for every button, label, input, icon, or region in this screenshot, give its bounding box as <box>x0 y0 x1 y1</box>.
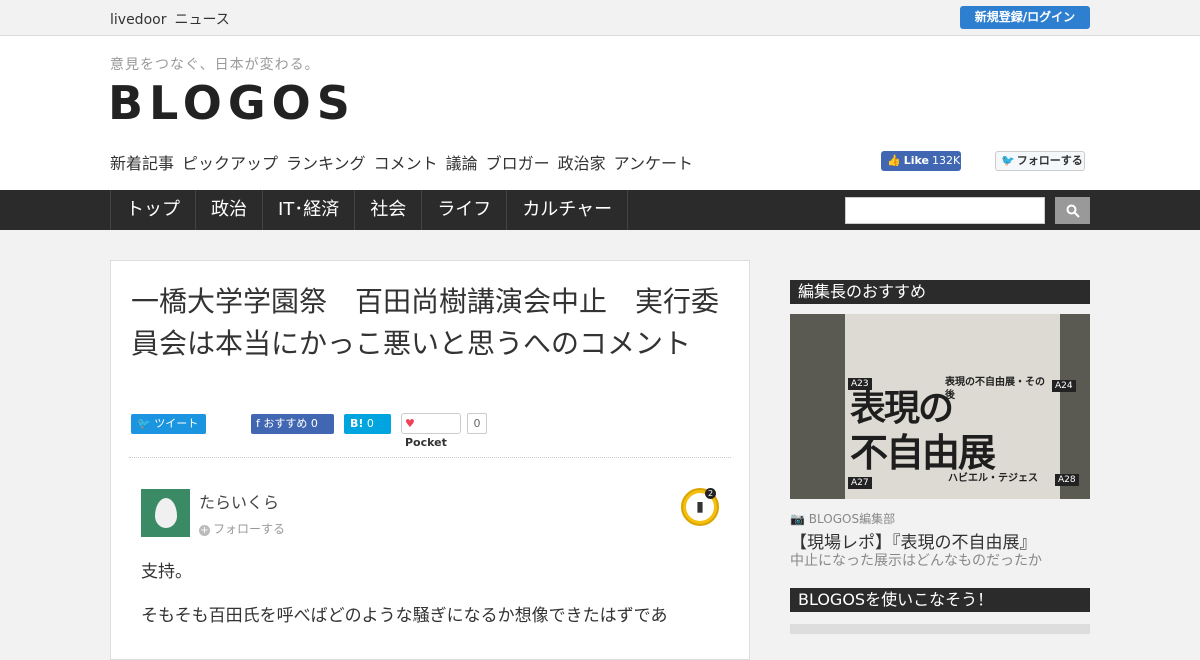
pocket-icon: ♥ <box>405 417 415 430</box>
recommended-article-desc[interactable]: 中止になった展示はどんなものだったか <box>790 550 1042 570</box>
tweet-button[interactable]: 🐦 ツイート <box>131 414 206 434</box>
image-subtitle-2: ハビエル・テジェス <box>948 473 1038 484</box>
search-button[interactable] <box>1055 197 1090 224</box>
article-card: 一橋大学学園祭 百田尚樹講演会中止 実行委員会は本当にかっこ悪いと思うへのコメン… <box>110 260 750 660</box>
nav-life[interactable]: ライフ <box>422 190 508 230</box>
twitter-bird-icon: 🐦 <box>137 417 151 430</box>
egg-avatar-icon <box>154 498 177 528</box>
plus-icon: + <box>199 525 210 536</box>
pocket-count: 0 <box>467 413 487 434</box>
subnav-item-comment[interactable]: コメント <box>374 154 438 173</box>
sub-navigation: 新着記事 ピックアップ ランキング コメント 議論 ブロガー 政治家 アンケート <box>110 150 701 174</box>
nav-it-economy[interactable]: IT･経済 <box>263 190 356 230</box>
facebook-recommend-button[interactable]: f おすすめ 0 <box>251 414 334 434</box>
subnav-item-debate[interactable]: 議論 <box>446 154 478 173</box>
register-login-button[interactable]: 新規登録/ログイン <box>960 6 1090 29</box>
fb-like-label: Like <box>903 154 929 167</box>
hatena-icon: B! <box>350 417 364 430</box>
tw-follow-label: フォローする <box>1016 154 1083 167</box>
fb-recommend-count: 0 <box>310 417 318 430</box>
comment-text: 支持。 <box>141 562 192 582</box>
sidebar: 編集長のおすすめ A23 A24 A27 A28 表現の 不自由展 表現の不自由… <box>790 280 1090 634</box>
badge-count: 2 <box>705 488 716 499</box>
follow-author-link[interactable]: + フォローする <box>199 520 285 537</box>
source-label: BLOGOS編集部 <box>808 512 896 526</box>
article-title[interactable]: 一橋大学学園祭 百田尚樹講演会中止 実行委員会は本当にかっこ悪いと思うへのコメン… <box>131 281 731 365</box>
nav-top[interactable]: トップ <box>111 190 196 230</box>
pocket-button[interactable]: ♥ Pocket <box>401 413 461 449</box>
subnav-item-new[interactable]: 新着記事 <box>110 154 174 173</box>
brand-news: ニュース <box>174 12 230 28</box>
feature-image[interactable]: A23 A24 A27 A28 表現の 不自由展 表現の不自由展・その後 ハビエ… <box>790 314 1090 499</box>
main-navigation: トップ 政治 IT･経済 社会 ライフ カルチャー <box>0 190 1200 230</box>
brand-livedoor: livedoor <box>110 12 167 28</box>
fb-recommend-label: おすすめ <box>263 417 308 430</box>
tweet-label: ツイート <box>154 417 199 430</box>
camera-icon: 📷 <box>790 512 805 526</box>
nav-politics[interactable]: 政治 <box>196 190 263 230</box>
avatar[interactable] <box>141 489 190 537</box>
article-source[interactable]: 📷 BLOGOS編集部 <box>790 510 895 527</box>
facebook-icon: f <box>256 417 260 430</box>
blogos-logo[interactable]: BLOGOS <box>108 76 356 130</box>
facebook-like-button[interactable]: 👍 Like 132K <box>881 151 961 171</box>
twitter-bird-icon: 🐦 <box>1001 154 1015 167</box>
search-icon <box>1066 204 1080 218</box>
twitter-follow-button[interactable]: 🐦 フォローする <box>995 151 1085 171</box>
how-to-use-heading: BLOGOSを使いこなそう！ <box>790 588 1090 612</box>
top-bar: livedoor ニュース 新規登録/ログイン <box>0 0 1200 36</box>
hatena-bookmark-button[interactable]: B! 0 <box>344 414 391 434</box>
livedoor-news-brand[interactable]: livedoor ニュース <box>110 9 230 29</box>
hatena-count: 0 <box>366 417 374 430</box>
nav-culture[interactable]: カルチャー <box>507 190 629 230</box>
author-name[interactable]: たらいくら <box>199 489 279 513</box>
subnav-item-pickup[interactable]: ピックアップ <box>182 154 278 173</box>
image-subtitle-1: 表現の不自由展・その後 <box>945 377 1045 401</box>
image-tag-a28: A28 <box>1055 474 1079 486</box>
sidebar-box <box>790 624 1090 634</box>
follow-label: フォローする <box>213 522 286 536</box>
thumbs-up-icon: 👍 <box>887 154 901 167</box>
divider <box>129 457 731 458</box>
image-tag-a24: A24 <box>1052 380 1076 392</box>
search-input[interactable] <box>845 197 1045 224</box>
user-badge[interactable]: ▮ 2 <box>681 488 719 526</box>
subnav-item-politician[interactable]: 政治家 <box>558 154 606 173</box>
subnav-item-blogger[interactable]: ブロガー <box>486 154 550 173</box>
image-tag-a27: A27 <box>848 477 872 489</box>
site-header: 意見をつなぐ、日本が変わる。 BLOGOS 新着記事 ピックアップ ランキング コメン… <box>0 36 1200 190</box>
subnav-item-survey[interactable]: アンケート <box>614 154 693 173</box>
subnav-item-ranking[interactable]: ランキング <box>286 154 366 173</box>
fb-like-count: 132K <box>931 154 961 167</box>
image-headline-2: 不自由展 <box>850 431 996 475</box>
nav-society[interactable]: 社会 <box>355 190 423 230</box>
comment-text: そもそも百田氏を呼べばどのような騒ぎになるか想像できたはずであ <box>141 606 668 626</box>
editor-picks-heading: 編集長のおすすめ <box>790 280 1090 304</box>
pocket-label: Pocket <box>405 436 447 449</box>
tagline: 意見をつなぐ、日本が変わる。 <box>110 57 320 73</box>
